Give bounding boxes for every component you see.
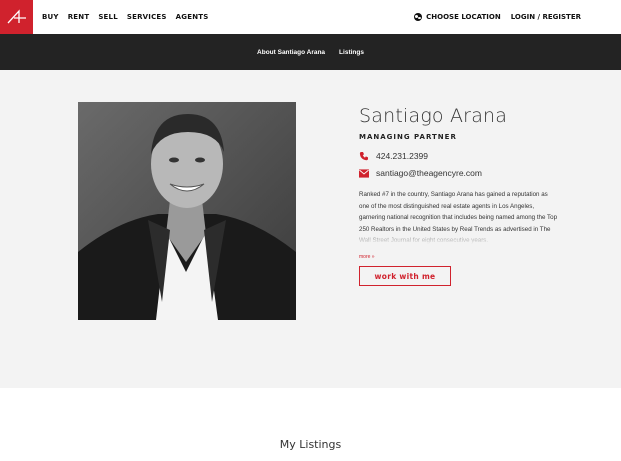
- agent-name: Santiago Arana: [359, 105, 508, 127]
- agent-info: Santiago Arana MANAGING PARTNER 424.231.…: [359, 105, 559, 286]
- listings-heading: My Listings: [279, 438, 342, 451]
- main-menu: BUY RENT SELL SERVICES AGENTS: [42, 0, 208, 34]
- choose-location-button[interactable]: CHOOSE LOCATION: [414, 13, 501, 21]
- agent-photo: [78, 102, 296, 320]
- agent-title: MANAGING PARTNER: [359, 133, 457, 141]
- tab-about[interactable]: About Santiago Arana: [257, 49, 325, 56]
- nav-rent[interactable]: RENT: [68, 13, 90, 21]
- tab-listings[interactable]: Listings: [339, 49, 364, 56]
- top-navigation: BUY RENT SELL SERVICES AGENTS CHOOSE LOC…: [0, 0, 621, 34]
- nav-agents[interactable]: AGENTS: [176, 13, 209, 21]
- email-link[interactable]: santiago@theagencyre.com: [359, 168, 559, 178]
- agent-profile-section: Santiago Arana MANAGING PARTNER 424.231.…: [0, 70, 621, 388]
- nav-buy[interactable]: BUY: [42, 13, 59, 21]
- listings-section: My Listings: [0, 388, 621, 461]
- phone-icon: [359, 151, 369, 161]
- nav-sell[interactable]: SELL: [98, 13, 118, 21]
- work-with-me-button[interactable]: work with me: [359, 266, 451, 286]
- read-more-link[interactable]: more »: [359, 254, 559, 260]
- login-register-label: LOGIN / REGISTER: [510, 13, 581, 21]
- envelope-icon: [359, 168, 369, 178]
- account-menu: CHOOSE LOCATION LOGIN / REGISTER: [414, 0, 581, 34]
- nav-services[interactable]: SERVICES: [127, 13, 167, 21]
- agency-logo-icon[interactable]: [0, 0, 33, 34]
- agent-bio: Ranked #7 in the country, Santiago Arana…: [359, 191, 559, 244]
- phone-number: 424.231.2399: [376, 151, 428, 161]
- globe-icon: [414, 13, 423, 21]
- choose-location-label: CHOOSE LOCATION: [426, 13, 501, 21]
- phone-link[interactable]: 424.231.2399: [359, 151, 559, 161]
- login-register-link[interactable]: LOGIN / REGISTER: [511, 13, 581, 21]
- profile-subnav: About Santiago Arana Listings: [0, 34, 621, 70]
- email-address: santiago@theagencyre.com: [376, 168, 482, 178]
